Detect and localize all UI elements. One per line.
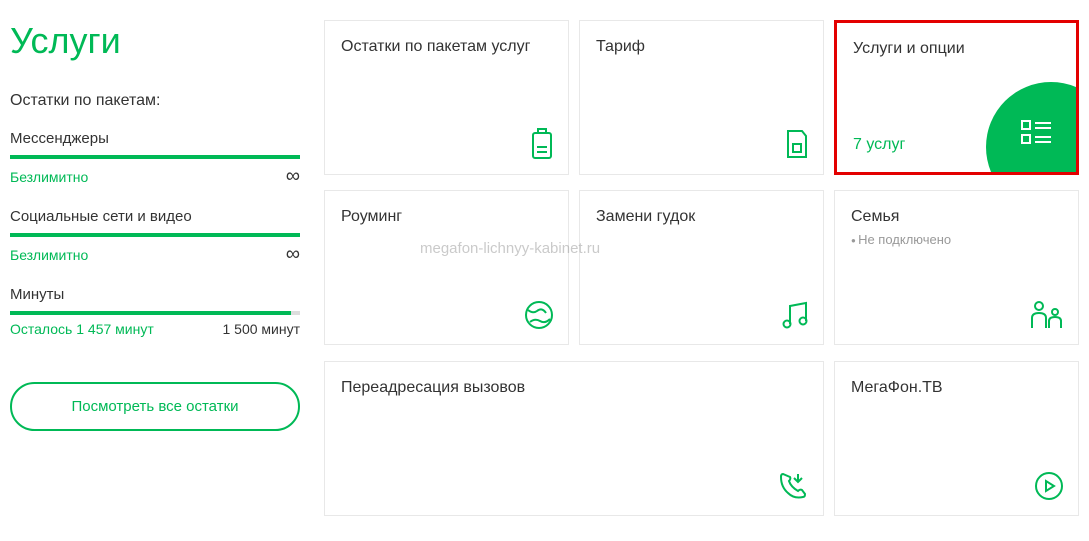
balance-status: Осталось 1 457 минут — [10, 321, 154, 337]
balance-status: Безлимитно — [10, 169, 88, 185]
infinity-icon: ∞ — [286, 165, 300, 188]
card-services-options[interactable]: Услуги и опции 7 услуг — [834, 20, 1079, 175]
balance-bar — [10, 311, 300, 315]
card-title: Услуги и опции — [853, 39, 1060, 60]
balance-item-messengers: Мессенджеры Безлимитно ∞ — [10, 130, 300, 188]
card-title: Остатки по пакетам услуг — [341, 37, 552, 58]
sim-icon — [785, 128, 809, 160]
play-icon — [1034, 471, 1064, 501]
card-title: Тариф — [596, 37, 807, 58]
call-forward-icon — [777, 469, 809, 501]
card-title: Переадресация вызовов — [341, 378, 807, 399]
balance-name: Мессенджеры — [10, 130, 300, 147]
family-icon — [1030, 300, 1064, 330]
card-title: Роуминг — [341, 207, 552, 228]
card-megafon-tv[interactable]: МегаФон.ТВ — [834, 361, 1079, 516]
card-accent-circle — [986, 82, 1079, 175]
card-roaming[interactable]: Роуминг — [324, 190, 569, 345]
balance-item-minutes: Минуты Осталось 1 457 минут 1 500 минут — [10, 286, 300, 337]
balance-bar — [10, 155, 300, 159]
card-footer-text: 7 услуг — [853, 136, 905, 154]
balance-status: Безлимитно — [10, 247, 88, 263]
globe-icon — [524, 300, 554, 330]
balance-status-row: Осталось 1 457 минут 1 500 минут — [10, 321, 300, 337]
music-icon — [781, 300, 809, 330]
balance-status-row: Безлимитно ∞ — [10, 243, 300, 266]
page-title: Услуги — [10, 20, 300, 62]
balance-name: Минуты — [10, 286, 300, 303]
balance-bar — [10, 233, 300, 237]
balance-name: Социальные сети и видео — [10, 208, 300, 225]
battery-icon — [530, 128, 554, 160]
card-replace-beep[interactable]: Замени гудок — [579, 190, 824, 345]
card-tariff[interactable]: Тариф — [579, 20, 824, 175]
card-subtitle: Не подключено — [851, 232, 1062, 247]
balances-section-label: Остатки по пакетам: — [10, 92, 300, 110]
card-balance-packages[interactable]: Остатки по пакетам услуг — [324, 20, 569, 175]
view-all-balances-button[interactable]: Посмотреть все остатки — [10, 382, 300, 431]
cards-grid: Остатки по пакетам услуг Тариф Услуги и … — [324, 20, 1079, 521]
card-call-forwarding[interactable]: Переадресация вызовов — [324, 361, 824, 516]
balance-status-row: Безлимитно ∞ — [10, 165, 300, 188]
sidebar: Услуги Остатки по пакетам: Мессенджеры Б… — [10, 20, 300, 521]
list-grid-icon — [1021, 119, 1053, 147]
infinity-icon: ∞ — [286, 243, 300, 266]
balance-total: 1 500 минут — [222, 321, 300, 337]
card-title: МегаФон.ТВ — [851, 378, 1062, 399]
card-family[interactable]: Семья Не подключено — [834, 190, 1079, 345]
balance-item-social: Социальные сети и видео Безлимитно ∞ — [10, 208, 300, 266]
card-title: Замени гудок — [596, 207, 807, 228]
card-title: Семья — [851, 207, 1062, 228]
